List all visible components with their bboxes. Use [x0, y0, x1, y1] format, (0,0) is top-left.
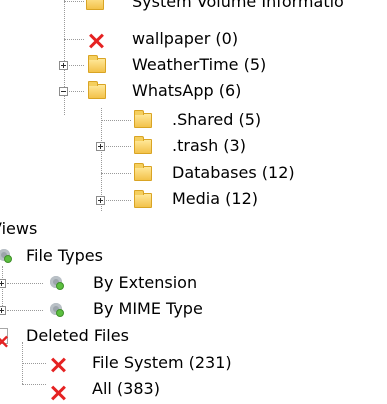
tree-line	[22, 384, 46, 385]
tree-item-file-system[interactable]: File System (231)	[0, 350, 387, 376]
tree-item-databases[interactable]: Databases (12)	[0, 160, 387, 186]
collapse-icon[interactable]	[59, 87, 68, 96]
tree-line	[69, 91, 84, 92]
tree-item-label: Databases (12)	[172, 163, 295, 182]
tree-item-weathertime[interactable]: WeatherTime (5)	[0, 52, 387, 78]
tree-item-trash[interactable]: .trash (3)	[0, 133, 387, 159]
tree-item-label: wallpaper (0)	[132, 29, 239, 48]
deleted-x-icon	[0, 335, 5, 345]
tree-item-system-volume[interactable]: System Volume Informatio	[0, 0, 387, 15]
tree-item-label: Deleted Files	[26, 326, 129, 345]
folder-icon	[88, 55, 106, 73]
file-types-icon	[0, 247, 12, 263]
folder-icon	[88, 81, 106, 99]
tree-item-by-extension[interactable]: By Extension	[0, 270, 387, 296]
tree-line	[101, 120, 131, 121]
tree-item-label: .trash (3)	[172, 136, 246, 155]
folder-icon	[134, 163, 152, 181]
expand-icon[interactable]	[96, 196, 105, 205]
tree-item-views[interactable]: Views	[0, 216, 387, 242]
tree-line	[106, 200, 131, 201]
deleted-x-icon	[88, 33, 104, 49]
tree-line	[101, 173, 131, 174]
tree-line	[7, 283, 43, 284]
tree-item-label: WhatsApp (6)	[132, 81, 242, 100]
tree-item-label: All (383)	[92, 379, 160, 398]
expand-icon[interactable]	[59, 61, 68, 70]
tree-item-label: File Types	[26, 246, 103, 265]
tree-item-label: Views	[0, 219, 38, 238]
tree-item-label: By MIME Type	[93, 299, 203, 318]
tree-item-label: System Volume Informatio	[132, 0, 344, 11]
tree-item-label: WeatherTime (5)	[132, 55, 267, 74]
tree-line	[22, 363, 46, 364]
folder-icon	[134, 190, 152, 208]
tree-line	[64, 39, 84, 40]
tree-line	[7, 310, 43, 311]
tree-item-label: By Extension	[93, 273, 198, 292]
tree-item-shared[interactable]: .Shared (5)	[0, 107, 387, 133]
deleted-x-icon	[50, 357, 66, 373]
tree-line	[69, 65, 84, 66]
deleted-x-icon	[50, 385, 66, 401]
tree-item-label: File System (231)	[92, 353, 232, 372]
tree-item-by-mime-type[interactable]: By MIME Type	[0, 296, 387, 322]
expand-icon[interactable]	[0, 279, 6, 288]
tree-item-whatsapp[interactable]: WhatsApp (6)	[0, 78, 387, 104]
folder-icon	[86, 0, 104, 10]
file-types-icon	[48, 274, 64, 290]
tree-item-all[interactable]: All (383)	[0, 376, 387, 402]
expand-icon[interactable]	[0, 306, 6, 315]
folder-icon	[134, 110, 152, 128]
tree-item-file-types[interactable]: File Types	[0, 243, 387, 269]
folder-icon	[134, 136, 152, 154]
tree-item-media[interactable]: Media (12)	[0, 186, 387, 212]
tree-item-label: Media (12)	[172, 189, 258, 208]
tree-item-deleted-files[interactable]: Deleted Files	[0, 323, 387, 349]
tree-line	[106, 146, 131, 147]
file-types-icon	[48, 301, 64, 317]
expand-icon[interactable]	[96, 142, 105, 151]
tree-line	[64, 1, 84, 2]
tree-item-wallpaper[interactable]: wallpaper (0)	[0, 26, 387, 52]
tree-item-label: .Shared (5)	[172, 110, 262, 129]
